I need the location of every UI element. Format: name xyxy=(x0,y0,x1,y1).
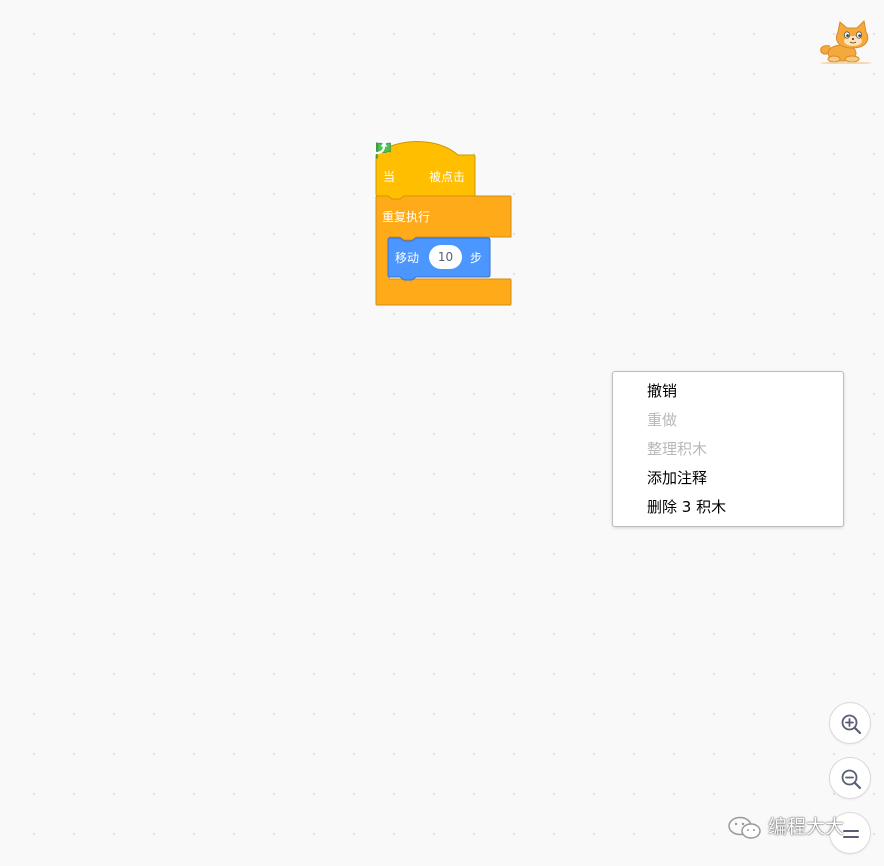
script-stack[interactable]: 当 被点击 重复执行 移动 10 步 xyxy=(374,141,514,311)
zoom-out-button[interactable] xyxy=(829,757,871,799)
menu-item-add-comment[interactable]: 添加注释 xyxy=(613,464,843,493)
move-label: 移动 xyxy=(395,251,420,265)
zoom-in-button[interactable] xyxy=(829,702,871,744)
sprite-thumbnail[interactable] xyxy=(814,18,878,65)
cat-sprite-icon xyxy=(820,19,872,65)
hat-clicked-label: 被点击 xyxy=(429,170,466,184)
move-steps-input[interactable]: 10 xyxy=(429,245,462,269)
wechat-icon xyxy=(728,816,761,839)
loop-arrow-icon xyxy=(374,142,388,155)
zoom-in-icon xyxy=(841,714,862,735)
hat-when-label: 当 xyxy=(383,170,396,184)
menu-item-undo[interactable]: 撤销 xyxy=(613,377,843,406)
menu-item-delete-blocks[interactable]: 删除 3 积木 xyxy=(613,493,843,522)
menu-item-clean-up-blocks[interactable]: 整理积木 xyxy=(613,435,843,464)
watermark-text: 编程大大 xyxy=(768,816,845,838)
forever-label: 重复执行 xyxy=(382,210,431,224)
context-menu: 撤销 重做 整理积木 添加注释 删除 3 积木 xyxy=(612,371,844,527)
script-blocks-shapes xyxy=(375,141,512,306)
move-steps-label: 步 xyxy=(470,251,483,265)
zoom-out-icon xyxy=(841,769,862,790)
menu-item-redo[interactable]: 重做 xyxy=(613,406,843,435)
